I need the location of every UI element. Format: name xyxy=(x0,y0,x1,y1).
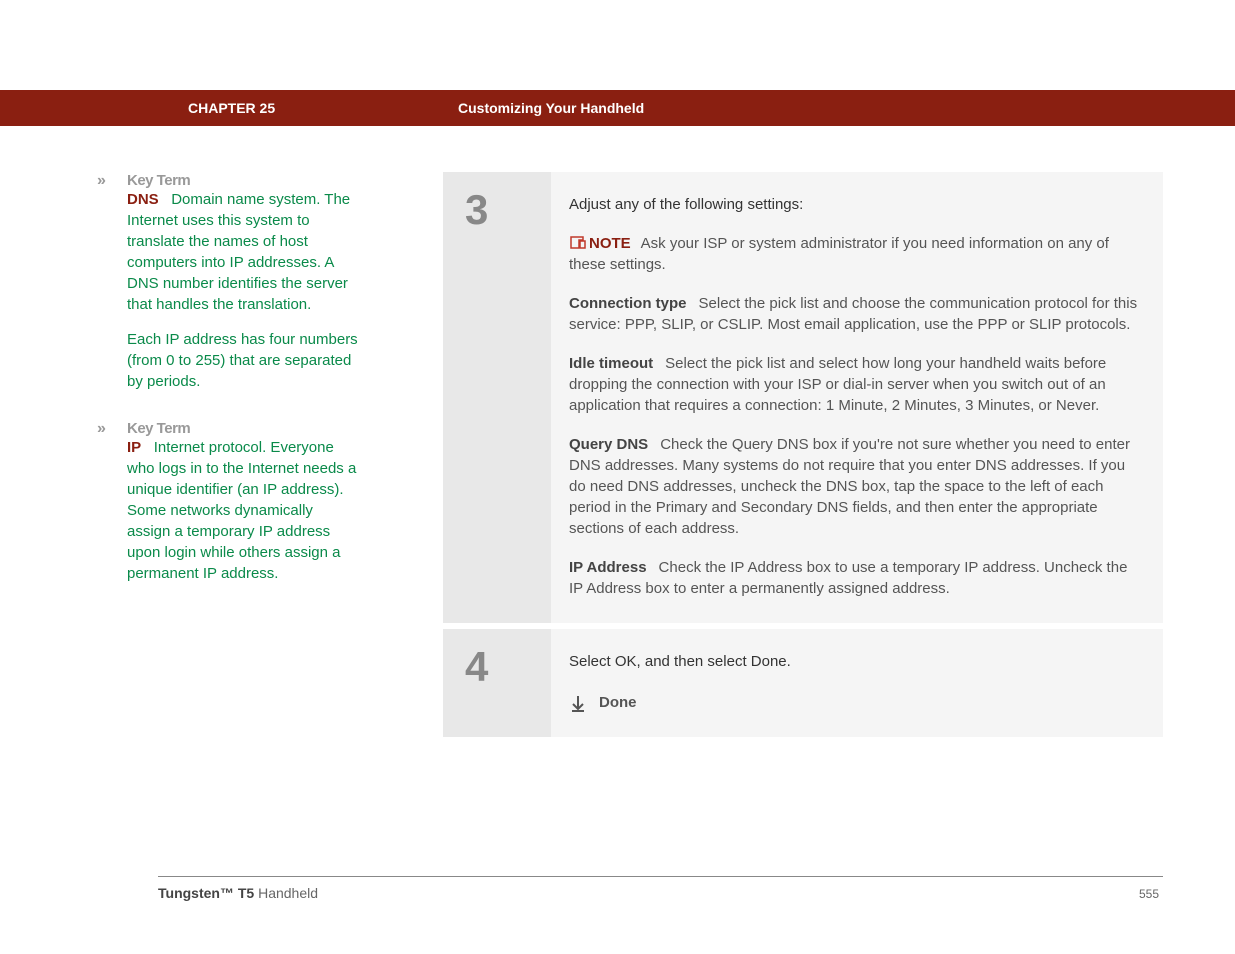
setting-name: Query DNS xyxy=(569,436,648,453)
step-intro: Adjust any of the following settings: xyxy=(569,194,1139,215)
step-instruction: Select OK, and then select Done. xyxy=(569,651,1139,672)
key-term-name: DNS xyxy=(127,191,159,208)
key-term-block: » Key Term IP Internet protocol. Everyon… xyxy=(127,420,359,584)
key-term-definition: IP Internet protocol. Everyone who logs … xyxy=(127,439,356,582)
step-number: 3 xyxy=(443,172,551,623)
setting-idle-timeout: Idle timeoutSelect the pick list and sel… xyxy=(569,353,1139,416)
setting-text: Check the IP Address box to use a tempor… xyxy=(569,559,1127,597)
step-body: Adjust any of the following settings: NO… xyxy=(551,172,1163,623)
done-indicator: Done xyxy=(569,692,1139,713)
key-term-marker-icon: » xyxy=(97,172,106,190)
setting-ip-address: IP AddressCheck the IP Address box to us… xyxy=(569,557,1139,599)
footer-product-rest: Handheld xyxy=(254,885,318,901)
note-label: NOTE xyxy=(589,235,631,252)
done-label: Done xyxy=(599,692,637,713)
setting-name: Idle timeout xyxy=(569,355,653,372)
key-term-label: Key Term xyxy=(127,172,190,189)
chapter-number: CHAPTER 25 xyxy=(188,100,275,116)
key-term-extra: Each IP address has four numbers (from 0… xyxy=(127,329,359,392)
key-term-name: IP xyxy=(127,439,141,456)
chapter-header: CHAPTER 25 Customizing Your Handheld xyxy=(0,90,1235,126)
key-term-marker-icon: » xyxy=(97,420,106,438)
setting-text: Check the Query DNS box if you're not su… xyxy=(569,436,1130,537)
setting-connection-type: Connection typeSelect the pick list and … xyxy=(569,293,1139,335)
setting-name: Connection type xyxy=(569,295,687,312)
key-term-block: » Key Term DNS Domain name system. The I… xyxy=(127,172,359,392)
sidebar: » Key Term DNS Domain name system. The I… xyxy=(127,172,359,612)
setting-query-dns: Query DNSCheck the Query DNS box if you'… xyxy=(569,434,1139,539)
step-3: 3 Adjust any of the following settings: … xyxy=(443,172,1163,623)
footer-rule xyxy=(158,876,1163,877)
page-number: 555 xyxy=(1139,887,1159,901)
step-body: Select OK, and then select Done. Done xyxy=(551,629,1163,737)
key-term-label: Key Term xyxy=(127,420,190,437)
note-text: Ask your ISP or system administrator if … xyxy=(569,235,1109,273)
section-title: Customizing Your Handheld xyxy=(458,100,644,116)
step-4: 4 Select OK, and then select Done. Done xyxy=(443,629,1163,737)
steps-container: 3 Adjust any of the following settings: … xyxy=(443,172,1163,743)
step-number: 4 xyxy=(443,629,551,737)
note-icon xyxy=(569,235,587,250)
key-term-definition: DNS Domain name system. The Internet use… xyxy=(127,191,350,313)
footer-product-name: Tungsten™ T5 xyxy=(158,885,254,901)
setting-name: IP Address xyxy=(569,559,647,576)
arrow-down-icon xyxy=(569,694,587,712)
footer-product: Tungsten™ T5 Handheld xyxy=(158,885,318,901)
note-callout: NOTEAsk your ISP or system administrator… xyxy=(569,233,1139,275)
